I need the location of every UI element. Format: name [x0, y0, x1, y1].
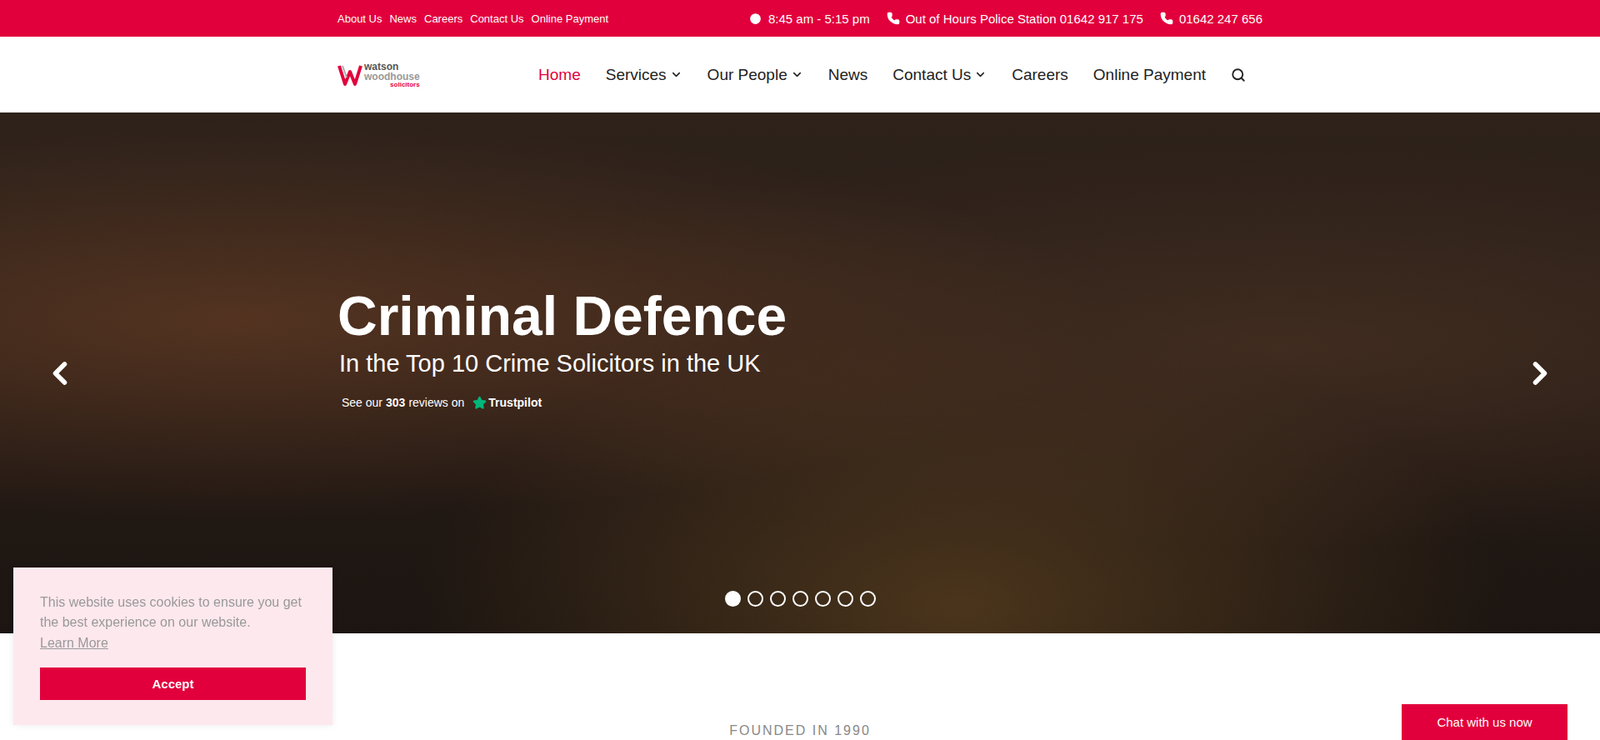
logo-mark-icon	[337, 63, 363, 87]
hero-subtitle: In the Top 10 Crime Solicitors in the UK	[339, 350, 1263, 378]
slide-dot[interactable]	[792, 590, 809, 607]
cookie-message: This website uses cookies to ensure you …	[40, 592, 306, 633]
top-links: About Us News Careers Contact Us Online Paym…	[337, 12, 749, 25]
top-bar: About Us News Careers Contact Us Online Paym…	[0, 0, 1600, 37]
slide-dot[interactable]	[837, 590, 854, 607]
phone-icon	[886, 11, 900, 25]
phone-number[interactable]: 01642 247 656	[1160, 11, 1263, 26]
nav-item[interactable]: Online Payment	[1093, 65, 1206, 85]
chat-button[interactable]: Chat with us now	[1401, 704, 1568, 740]
opening-hours: 8:45 am - 5:15 pm	[748, 11, 870, 26]
chevron-down-icon	[974, 68, 987, 81]
slide-dot[interactable]	[770, 590, 786, 607]
top-link[interactable]: Contact Us	[470, 12, 524, 25]
nav-item[interactable]: Careers	[1011, 65, 1069, 85]
prev-slide-button[interactable]	[41, 355, 79, 392]
slide-dot[interactable]	[860, 590, 876, 607]
main-nav: Home Services Our People News Contact Us Care…	[538, 65, 1263, 85]
chevron-down-icon	[670, 68, 683, 81]
nav-item[interactable]: Our People	[707, 65, 804, 85]
nav-bar: watsonwoodhousesolicitorsHome Services Our…	[0, 36, 1600, 113]
chevron-right-icon	[1521, 355, 1559, 392]
section-eyebrow: FOUNDED IN 1990	[729, 723, 871, 739]
trustpilot-star-icon	[472, 395, 487, 410]
next-slide-button[interactable]	[1521, 355, 1559, 392]
slide-dot[interactable]	[725, 590, 741, 607]
learn-more-link[interactable]: Learn More	[40, 635, 306, 651]
slide-dot[interactable]	[747, 590, 764, 607]
accept-button[interactable]: Accept	[40, 667, 306, 700]
trustpilot-widget[interactable]: See our303reviews onTrustpilot	[341, 395, 1263, 410]
nav-item[interactable]: Services	[605, 65, 683, 85]
cookie-banner: This website uses cookies to ensure you …	[13, 567, 333, 725]
search-icon[interactable]	[1230, 67, 1246, 83]
logo[interactable]: watsonwoodhousesolicitors	[337, 61, 539, 89]
slide-dot[interactable]	[815, 590, 831, 607]
hero-slider: Criminal Defence In the Top 10 Crime Soli…	[0, 112, 1600, 634]
clock-icon	[748, 11, 763, 26]
phone-icon	[1160, 11, 1174, 25]
nav-item[interactable]: Contact Us	[892, 65, 987, 85]
chevron-down-icon	[790, 68, 804, 81]
top-link[interactable]: Online Payment	[531, 12, 610, 25]
nav-item[interactable]: Home	[538, 65, 581, 85]
hero-title: Criminal Defence	[337, 285, 1263, 347]
contact-info: 8:45 am - 5:15 pm Out of Hours Police Sta…	[748, 11, 1263, 26]
chevron-left-icon	[41, 355, 79, 392]
phone-number[interactable]: Out of Hours Police Station 01642 917 17…	[886, 11, 1144, 26]
top-link[interactable]: Careers	[424, 12, 463, 25]
nav-item[interactable]: News	[828, 65, 869, 85]
top-link[interactable]: News	[389, 12, 417, 25]
top-link[interactable]: About Us	[337, 12, 382, 25]
